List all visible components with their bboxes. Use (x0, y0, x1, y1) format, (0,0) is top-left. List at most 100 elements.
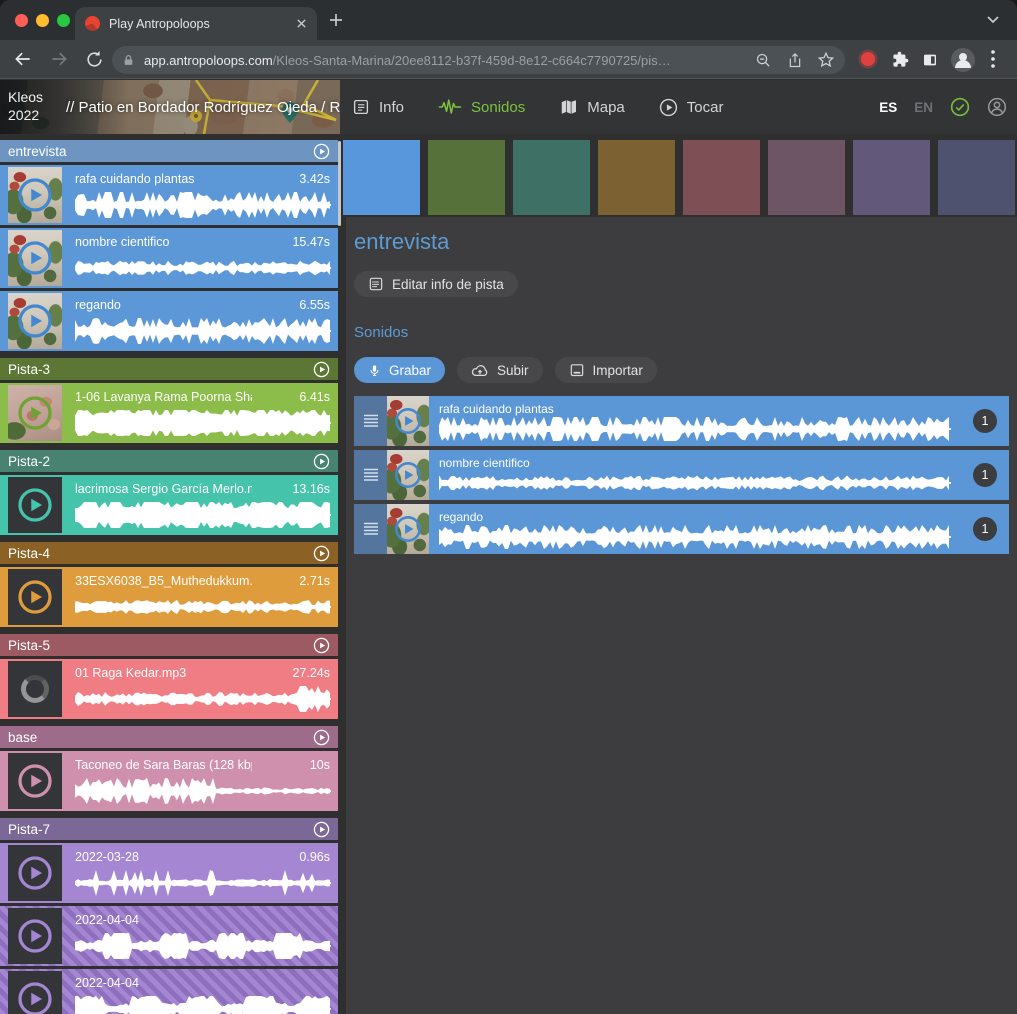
track-header-Pista-3[interactable]: Pista-3 (0, 358, 338, 380)
panel-sound-row[interactable]: nombre cientifico1 (354, 450, 1009, 500)
play-icon[interactable] (17, 303, 53, 339)
nav-tab-sonidos[interactable]: Sonidos (438, 98, 525, 116)
account-icon[interactable] (987, 97, 1007, 117)
track-swatch-3[interactable] (513, 140, 590, 215)
play-track-icon[interactable] (313, 821, 330, 838)
subir-label: Subir (497, 363, 529, 378)
track-detail-panel: entrevista Editar info de pista Sonidos … (346, 217, 1017, 1014)
zoom-icon[interactable] (755, 52, 772, 69)
maximize-window-button[interactable] (57, 14, 70, 27)
play-track-icon[interactable] (313, 729, 330, 746)
sound-thumbnail[interactable] (8, 753, 62, 809)
track-header-entrevista[interactable]: entrevista (0, 140, 338, 162)
minimize-window-button[interactable] (36, 14, 49, 27)
sound-item[interactable]: rafa cuidando plantas3.42s (0, 165, 338, 225)
panel-sound-row[interactable]: rafa cuidando plantas1 (354, 396, 1009, 446)
sound-thumbnail-photo[interactable] (8, 167, 62, 223)
sound-item[interactable]: 2022-03-280.96s (0, 843, 338, 903)
share-icon[interactable] (787, 52, 803, 69)
track-swatch-6[interactable] (768, 140, 845, 215)
play-track-icon[interactable] (313, 143, 330, 160)
subir-button[interactable]: Subir (457, 357, 543, 383)
sound-thumbnail-photo[interactable] (8, 293, 62, 349)
tab-search-chevron-icon[interactable] (986, 15, 1000, 25)
play-track-icon[interactable] (313, 361, 330, 378)
play-icon[interactable] (17, 918, 53, 954)
reload-button[interactable] (85, 50, 104, 69)
nav-tab-info[interactable]: Info (352, 98, 404, 116)
sound-thumbnail[interactable] (8, 661, 62, 717)
track-swatch-8[interactable] (938, 140, 1015, 215)
play-icon[interactable] (17, 763, 53, 799)
forward-button[interactable] (49, 49, 69, 69)
profile-avatar[interactable] (950, 47, 976, 73)
side-panel-icon[interactable] (922, 52, 938, 68)
sound-item[interactable]: 33ESX6038_B5_Muthedukkum.mp32.71s (0, 567, 338, 627)
sound-item[interactable]: 1-06 Lavanya Rama Poorna Shadjam Rupak..… (0, 383, 338, 443)
play-track-icon[interactable] (313, 545, 330, 562)
panel-sound-row[interactable]: regando1 (354, 504, 1009, 554)
track-swatch-2[interactable] (428, 140, 505, 215)
play-icon[interactable] (17, 177, 53, 213)
bookmark-star-icon[interactable] (817, 51, 835, 69)
sound-item[interactable]: lacrimosa Sergio García Merlo.mp313.16s (0, 475, 338, 535)
track-header-Pista-2[interactable]: Pista-2 (0, 450, 338, 472)
close-window-button[interactable] (15, 14, 28, 27)
sound-item[interactable]: regando6.55s (0, 291, 338, 351)
sound-thumbnail[interactable] (8, 569, 62, 625)
sidebar-scrollbar-thumb[interactable] (338, 141, 341, 226)
importar-button[interactable]: Importar (555, 357, 657, 383)
close-tab-icon[interactable] (296, 18, 307, 29)
browser-menu-icon[interactable] (991, 50, 995, 68)
sound-item[interactable]: 2022-04-04 (0, 906, 338, 966)
back-button[interactable] (13, 49, 33, 69)
sound-thumbnail-photo[interactable] (387, 504, 429, 554)
track-swatch-7[interactable] (853, 140, 930, 215)
nav-tab-mapa[interactable]: Mapa (559, 98, 625, 116)
play-icon[interactable] (17, 487, 53, 523)
play-icon[interactable] (17, 855, 53, 891)
track-header-Pista-7[interactable]: Pista-7 (0, 818, 338, 840)
sound-thumbnail-photo[interactable] (8, 230, 62, 286)
nav-tab-tocar[interactable]: Tocar (659, 98, 724, 117)
sound-drag-handle[interactable] (354, 450, 387, 500)
play-icon[interactable] (17, 579, 53, 615)
sound-drag-handle[interactable] (354, 504, 387, 554)
browser-tab[interactable]: Play Antropoloops (75, 7, 317, 40)
play-track-icon[interactable] (313, 637, 330, 654)
sound-thumbnail[interactable] (8, 908, 62, 964)
sound-thumbnail[interactable] (8, 477, 62, 533)
track-header-Pista-5[interactable]: Pista-5 (0, 634, 338, 656)
track-swatch-1-active[interactable] (343, 140, 420, 215)
sound-item[interactable]: 01 Raga Kedar.mp327.24s (0, 659, 338, 719)
sound-item[interactable]: nombre cientifico15.47s (0, 228, 338, 288)
sound-thumbnail-photo[interactable] (387, 450, 429, 500)
extensions-puzzle-icon[interactable] (892, 51, 909, 68)
edit-track-info-button[interactable]: Editar info de pista (354, 271, 518, 297)
play-icon[interactable] (394, 515, 422, 543)
grabar-button[interactable]: Grabar (354, 357, 445, 383)
new-tab-button[interactable] (328, 12, 344, 28)
sound-thumbnail[interactable] (8, 845, 62, 901)
sound-drag-handle[interactable] (354, 396, 387, 446)
sound-thumbnail[interactable] (8, 971, 62, 1014)
language-es[interactable]: ES (879, 100, 897, 115)
track-header-base[interactable]: base (0, 726, 338, 748)
play-icon[interactable] (17, 240, 53, 276)
language-en[interactable]: EN (914, 100, 933, 115)
sound-item[interactable]: Taconeo de Sara Baras (128 kbps).mp310s (0, 751, 338, 811)
play-icon[interactable] (394, 407, 422, 435)
track-swatch-5[interactable] (683, 140, 760, 215)
sync-check-icon[interactable] (950, 97, 970, 117)
sound-thumbnail-photo[interactable] (8, 385, 62, 441)
sound-thumbnail-photo[interactable] (387, 396, 429, 446)
url-bar[interactable]: app.antropoloops.com/Kleos-Santa-Marina/… (112, 46, 845, 74)
track-swatch-4[interactable] (598, 140, 675, 215)
record-extension-icon[interactable] (861, 52, 875, 66)
play-icon[interactable] (394, 461, 422, 489)
sound-item[interactable]: 2022-04-04 (0, 969, 338, 1014)
play-icon[interactable] (17, 395, 53, 431)
play-track-icon[interactable] (313, 453, 330, 470)
play-icon[interactable] (17, 981, 53, 1014)
track-header-Pista-4[interactable]: Pista-4 (0, 542, 338, 564)
